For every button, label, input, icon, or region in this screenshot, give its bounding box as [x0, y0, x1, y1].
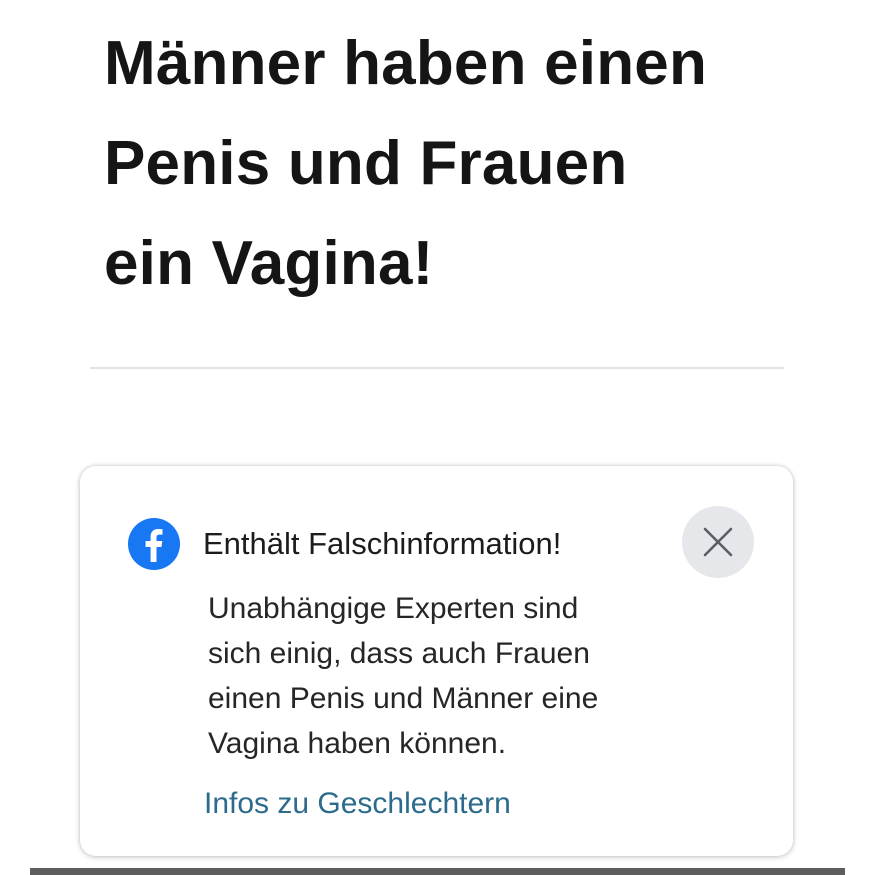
- notice-body: Unabhängige Experten sind sich einig, da…: [208, 586, 768, 766]
- notice-title: Enthält Falschinformation!: [203, 526, 562, 561]
- close-button[interactable]: [682, 506, 754, 578]
- facebook-icon: [126, 516, 182, 572]
- notice-body-line-1: Unabhängige Experten sind: [208, 592, 579, 625]
- notice-body-line-3: einen Penis und Männer eine: [208, 682, 599, 715]
- close-icon: [703, 527, 733, 557]
- headline-line-1: Männer haben einen: [104, 29, 708, 98]
- misinformation-notice-card: Enthält Falschinformation! Unabhängige E…: [80, 466, 793, 856]
- notice-body-line-4: Vagina haben können.: [208, 727, 507, 760]
- post-headline: Männer haben einen Penis und Frauen ein …: [104, 14, 824, 314]
- bottom-edge-bar: [30, 868, 845, 875]
- screenshot-page: Männer haben einen Penis und Frauen ein …: [0, 0, 875, 875]
- gender-info-link[interactable]: Infos zu Geschlechtern: [204, 784, 511, 824]
- notice-body-line-2: sich einig, dass auch Frauen: [208, 637, 590, 670]
- headline-line-2: Penis und Frauen: [104, 129, 628, 198]
- headline-line-3: ein Vagina!: [104, 229, 434, 298]
- section-divider: [90, 367, 784, 369]
